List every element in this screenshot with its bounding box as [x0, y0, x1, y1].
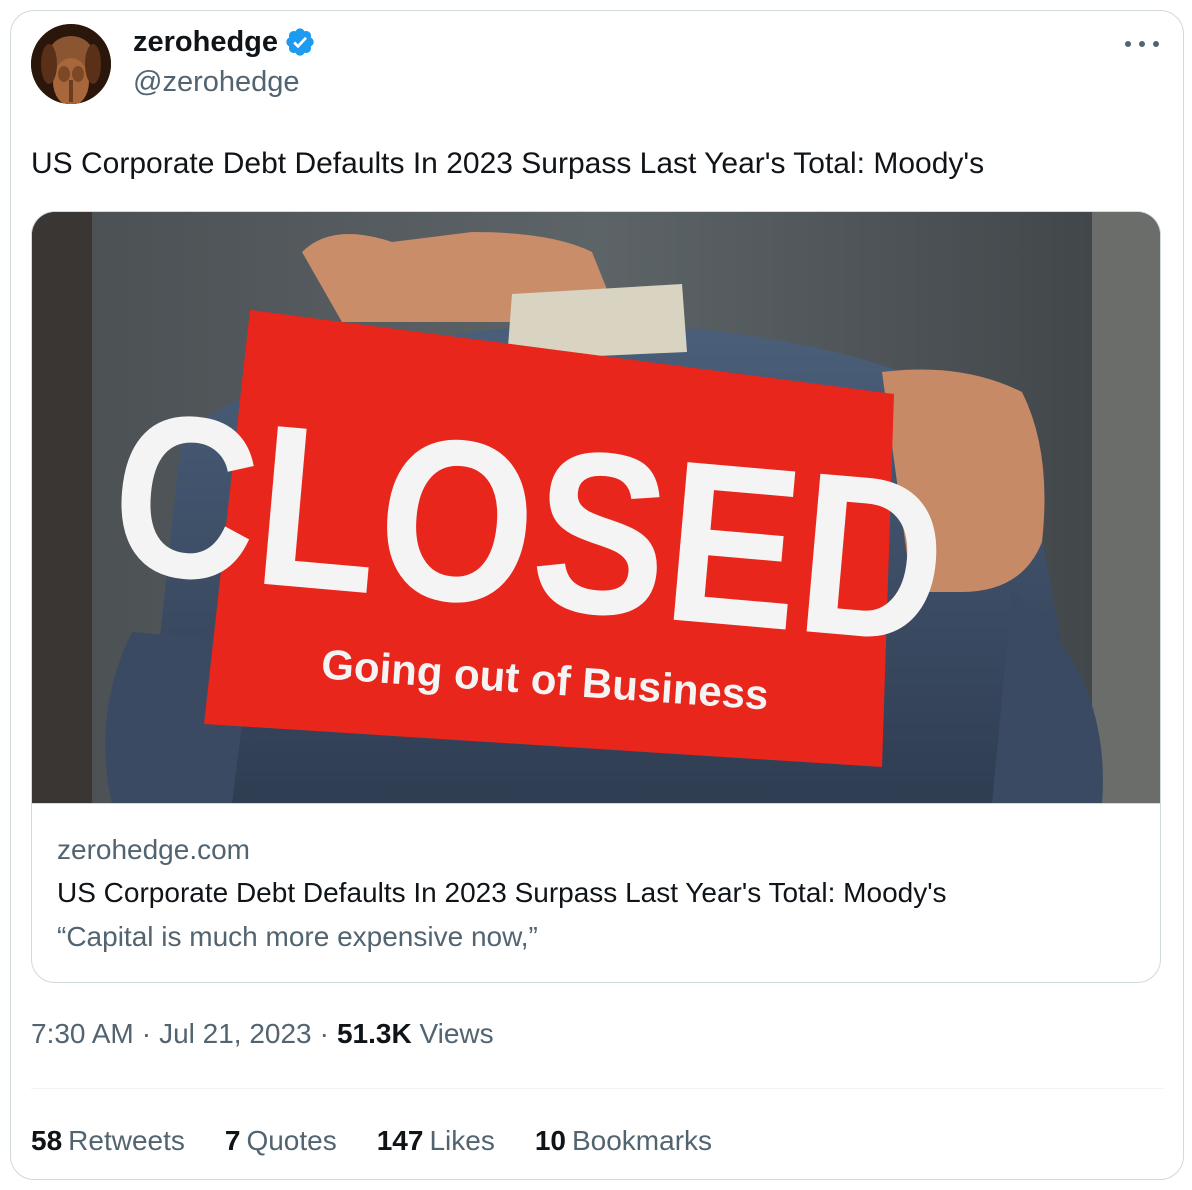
- tweet-card: zerohedge @zerohedge US Corporate Debt D…: [10, 10, 1184, 1180]
- avatar[interactable]: [31, 24, 111, 104]
- stat-count: 58: [31, 1125, 63, 1156]
- stat-label: Likes: [429, 1125, 495, 1156]
- views-label: Views: [419, 1018, 494, 1049]
- author-name[interactable]: zerohedge: [133, 25, 278, 59]
- link-preview-card[interactable]: CLOSED Going out of Business zerohedge.c…: [31, 211, 1161, 983]
- meta-separator: ·: [141, 1018, 152, 1049]
- stat-count: 7: [224, 1125, 241, 1156]
- meta-separator: ·: [319, 1018, 329, 1049]
- stat-label: Bookmarks: [571, 1125, 713, 1156]
- stat-count: 147: [376, 1125, 424, 1156]
- tweet-text: US Corporate Debt Defaults In 2023 Surpa…: [31, 147, 985, 180]
- verified-badge-icon: [286, 28, 314, 56]
- link-description: “Capital is much more expensive now,”: [57, 921, 538, 952]
- closed-sign-image: CLOSED Going out of Business: [32, 212, 1160, 803]
- divider: [31, 1088, 1163, 1089]
- link-preview-image[interactable]: CLOSED Going out of Business: [32, 212, 1160, 804]
- views-count: 51.3K: [336, 1018, 412, 1049]
- more-dot: [1125, 41, 1131, 47]
- author-name-row[interactable]: zerohedge: [133, 25, 316, 59]
- more-dot: [1153, 41, 1159, 47]
- stat-quotes[interactable]: 7 Quotes: [225, 1124, 337, 1158]
- stat-count: 10: [534, 1125, 566, 1156]
- stat-retweets[interactable]: 58 Retweets: [31, 1124, 185, 1158]
- stat-bookmarks[interactable]: 10 Bookmarks: [535, 1124, 712, 1158]
- author-handle[interactable]: @zerohedge: [133, 65, 300, 99]
- tweet-time[interactable]: 7:30 AM: [31, 1018, 134, 1049]
- avatar-image: [31, 24, 111, 104]
- tweet-meta: 7:30 AM · Jul 21, 2023 · 51.3K Views: [31, 1017, 494, 1051]
- link-domain: zerohedge.com: [57, 834, 251, 865]
- link-title: US Corporate Debt Defaults In 2023 Surpa…: [57, 877, 947, 908]
- stat-label: Quotes: [246, 1125, 337, 1156]
- engagement-stats: 58 Retweets 7 Quotes 147 Likes 10 Bookmarks: [31, 1124, 712, 1158]
- stat-likes[interactable]: 147 Likes: [377, 1124, 495, 1158]
- more-options-icon[interactable]: [1125, 37, 1159, 51]
- stat-label: Retweets: [68, 1125, 185, 1156]
- tweet-date[interactable]: Jul 21, 2023: [159, 1018, 312, 1049]
- more-dot: [1139, 41, 1145, 47]
